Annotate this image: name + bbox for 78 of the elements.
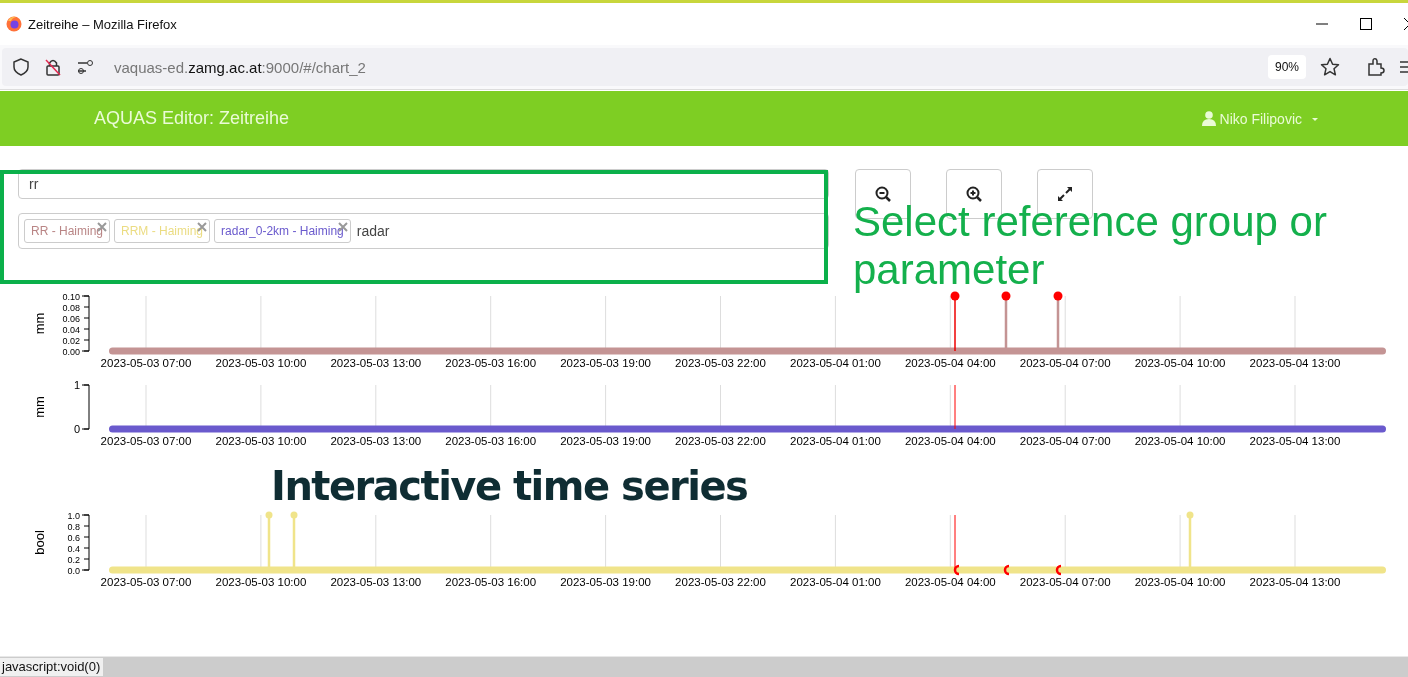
shield-icon[interactable] (12, 58, 30, 76)
y-tick-label: 0.00 (62, 346, 80, 357)
y-tick-label: 0.2 (67, 554, 80, 565)
x-tick-label: 2023-05-04 13:00 (1249, 357, 1341, 369)
x-tick-label: 2023-05-04 07:00 (1019, 435, 1111, 447)
x-tick-label: 2023-05-03 10:00 (215, 357, 307, 369)
x-tick-label: 2023-05-04 04:00 (904, 576, 996, 588)
x-tick-label: 2023-05-04 01:00 (790, 435, 881, 447)
zoom-out-icon (875, 186, 891, 202)
x-tick-label: 2023-05-04 10:00 (1134, 435, 1226, 447)
x-tick-label: 2023-05-03 19:00 (560, 357, 651, 369)
x-tick-label: 2023-05-03 07:00 (100, 576, 192, 588)
x-tick-label: 2023-05-03 16:00 (445, 576, 537, 588)
y-axis-label: bool (32, 530, 47, 555)
y-tick-label: 0.8 (67, 521, 80, 532)
caret-icon (1310, 115, 1320, 122)
y-tick-label: 0.4 (67, 543, 80, 554)
x-tick-label: 2023-05-03 13:00 (330, 357, 422, 369)
y-tick-label: 0.08 (62, 302, 80, 313)
x-tick-label: 2023-05-03 16:00 (445, 435, 537, 447)
url-text[interactable]: vaquas-ed.zamg.ac.at:9000/#/chart_2 (114, 58, 1254, 76)
input-value: radar (356, 223, 390, 239)
x-tick-label: 2023-05-04 04:00 (904, 435, 996, 447)
menu-icon[interactable] (1400, 60, 1408, 74)
x-tick-label: 2023-05-03 07:00 (100, 357, 192, 369)
tag-chip[interactable]: radar_0-2km - Haiming (214, 219, 351, 243)
annotation-text: Select reference group or parameter (853, 198, 1328, 294)
x-tick-label: 2023-05-03 19:00 (560, 576, 651, 588)
x-tick-label: 2023-05-03 16:00 (445, 357, 537, 369)
lock-slash-icon[interactable] (44, 58, 62, 76)
y-axis (81, 514, 90, 571)
y-tick-label: 0.10 (62, 291, 80, 302)
x-tick-label: 2023-05-04 10:00 (1134, 357, 1226, 369)
user-icon (1201, 111, 1216, 126)
y-tick-label: 1 (73, 379, 80, 391)
y-tick-label: 0.6 (67, 532, 80, 543)
y-tick-label: 0.06 (62, 313, 80, 324)
x-tick-label: 2023-05-03 22:00 (675, 435, 766, 447)
y-axis (81, 295, 90, 352)
maximize-icon[interactable] (1360, 18, 1372, 30)
x-tick-label: 2023-05-04 13:00 (1249, 435, 1341, 447)
x-tick-label: 2023-05-04 01:00 (790, 576, 881, 588)
window-title: Zeitreihe – Mozilla Firefox (28, 16, 178, 32)
permissions-icon[interactable] (76, 60, 96, 74)
x-tick-label: 2023-05-03 10:00 (215, 576, 307, 588)
status-text: javascript:void(0) (0, 657, 105, 677)
x-tick-label: 2023-05-03 13:00 (330, 435, 422, 447)
x-tick-label: 2023-05-04 04:00 (904, 357, 996, 369)
event-line (954, 384, 956, 430)
y-tick-label: 0.02 (62, 335, 80, 346)
x-tick-label: 2023-05-04 13:00 (1249, 576, 1341, 588)
time-series-chart[interactable]: 1 0 mm 2023-05-03 07:00 2023-05-03 10:00 2023-05-03 13:00 2023-05-03 16:00 2023-05-03 19:00 2023-05-03 22:00 2023-05-04 01:00 2023-05-04 04:00 2023-05-04 07:00 2023-05-04 10:00 2023-05-04 13:00 (0, 379, 1408, 447)
zoom-in-icon (966, 186, 982, 202)
y-tick-label: 0.04 (62, 324, 80, 335)
y-tick-label: 1.0 (67, 510, 80, 521)
tag-input-field[interactable]: RR - Haiming RRM - Haiming radar_0-2km - Haiming radar (18, 213, 829, 249)
y-axis-label: mm (32, 312, 47, 335)
star-icon[interactable] (1320, 57, 1340, 77)
x-tick-label: 2023-05-04 01:00 (790, 357, 881, 369)
x-tick-label: 2023-05-03 07:00 (100, 435, 192, 447)
expand-icon (1057, 186, 1073, 202)
y-axis-label: mm (32, 396, 47, 418)
y-axis (81, 384, 90, 430)
x-tick-label: 2023-05-03 13:00 (330, 576, 422, 588)
x-tick-label: 2023-05-04 10:00 (1134, 576, 1226, 588)
browser-logo-icon (6, 16, 22, 32)
zoom-level-button[interactable]: 90% (1267, 55, 1306, 79)
x-tick-label: 2023-05-03 19:00 (560, 435, 651, 447)
x-tick-label: 2023-05-03 22:00 (675, 357, 766, 369)
app-title: AQUAS Editor: Zeitreihe (94, 108, 291, 129)
x-tick-label: 2023-05-04 07:00 (1019, 357, 1111, 369)
x-tick-label: 2023-05-03 22:00 (675, 576, 766, 588)
x-tick-label: 2023-05-03 10:00 (215, 435, 307, 447)
x-tick-label: 2023-05-04 07:00 (1019, 576, 1111, 588)
y-tick-label: 0 (73, 422, 80, 435)
puzzle-icon[interactable] (1366, 57, 1386, 77)
annotation-text: Interactive time series (271, 462, 748, 510)
y-tick-label: 0.0 (67, 565, 80, 576)
